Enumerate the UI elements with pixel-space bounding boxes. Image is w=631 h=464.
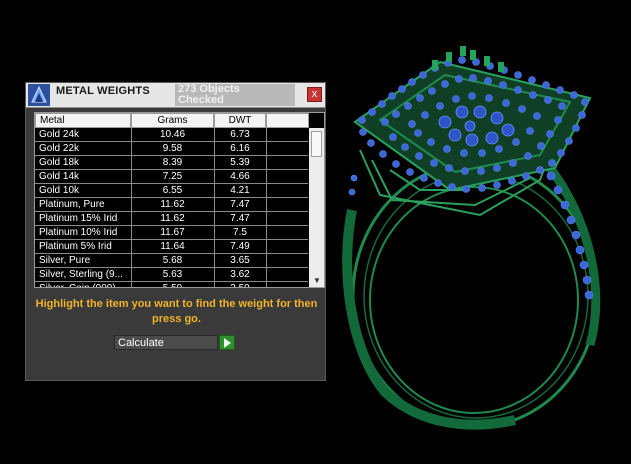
table-row[interactable]: Silver, Sterling (9... 5.63 3.62: [35, 268, 308, 282]
column-header-metal[interactable]: Metal: [35, 113, 131, 128]
cell-grams: 8.39: [162, 157, 183, 168]
cell-grams: 10.46: [159, 129, 186, 140]
cell-metal: Silver, Coin (900): [39, 282, 129, 287]
cell-grams: 7.25: [162, 171, 183, 182]
cell-dwt: 6.73: [230, 129, 250, 140]
go-button[interactable]: [219, 335, 235, 350]
cell-metal: Silver, Sterling (9...: [39, 269, 123, 280]
cell-dwt: 5.39: [230, 157, 250, 168]
app-logo-icon: [28, 84, 50, 106]
table-row[interactable]: Gold 18k 8.39 5.39: [35, 156, 308, 170]
column-header-grams[interactable]: Grams: [131, 113, 214, 128]
table-row[interactable]: Silver, Coin (900)5.593.59: [35, 282, 308, 287]
table-row[interactable]: Silver, Pure 5.68 3.65: [35, 254, 308, 268]
cell-dwt: 4.21: [230, 185, 250, 196]
metal-weights-table: Metal Grams DWT Gold 24k 10.46 6.73 Gold 22…: [34, 112, 325, 288]
panel-title: METAL WEIGHTS: [56, 85, 150, 97]
instruction-text: Highlight the item you want to find the …: [35, 298, 318, 325]
calculate-select[interactable]: Calculate: [114, 335, 218, 350]
cell-metal: Platinum 15% Irid: [39, 213, 118, 224]
objects-checked-status: 273 Objects Checked: [175, 84, 295, 106]
table-row[interactable]: Platinum, Pure 11.62 7.47: [35, 198, 308, 212]
play-arrow-icon: [224, 338, 231, 348]
close-button[interactable]: x: [307, 87, 322, 102]
table-row[interactable]: Platinum 5% Irid 11.64 7.49: [35, 240, 308, 254]
scroll-thumb[interactable]: [311, 131, 322, 157]
cell-grams: 11.62: [160, 213, 185, 224]
table-row[interactable]: Gold 14k 7.25 4.66: [35, 170, 308, 184]
table-row[interactable]: Gold 10k 6.55 4.21: [35, 184, 308, 198]
panel-titlebar[interactable]: METAL WEIGHTS 273 Objects Checked x: [26, 83, 325, 108]
cell-dwt: 3.62: [230, 269, 250, 280]
column-header-dwt[interactable]: DWT: [214, 113, 266, 128]
cell-metal: Gold 18k: [39, 157, 80, 168]
metal-weights-panel: METAL WEIGHTS 273 Objects Checked x Meta…: [25, 82, 326, 381]
cell-metal: Gold 14k: [39, 171, 80, 182]
cell-metal: Platinum, Pure: [39, 199, 105, 210]
column-header-empty: [266, 113, 309, 128]
scroll-down-arrow-icon[interactable]: ▼: [313, 276, 321, 285]
cell-metal: Gold 22k: [39, 143, 80, 154]
cell-grams: 9.58: [162, 143, 183, 154]
cell-dwt: 4.66: [230, 171, 250, 182]
shank-side-stones: [348, 171, 594, 300]
table-row[interactable]: Platinum 10% Irid 11.67 7.5: [35, 226, 308, 240]
table-row[interactable]: Gold 24k 10.46 6.73: [35, 128, 308, 142]
cell-grams: 11.62: [160, 199, 185, 210]
cell-dwt: 3.65: [230, 255, 250, 266]
cell-metal: Platinum 10% Irid: [39, 227, 118, 238]
cell-metal: Gold 10k: [39, 185, 80, 196]
cell-grams: 11.67: [160, 227, 185, 238]
status-line-2: Checked: [178, 94, 224, 106]
cell-grams: 5.63: [162, 269, 183, 280]
cell-dwt: 7.47: [230, 199, 250, 210]
cell-dwt: 6.16: [230, 143, 250, 154]
cell-dwt: 3.59: [214, 282, 266, 287]
cell-dwt: 7.47: [230, 213, 250, 224]
table-scrollbar[interactable]: ▼: [309, 128, 324, 287]
cell-dwt: 7.49: [230, 241, 250, 252]
ring-shank: [342, 161, 601, 430]
cell-dwt: 7.5: [233, 227, 247, 238]
cell-grams: 5.68: [162, 255, 183, 266]
cell-grams: 11.64: [160, 241, 185, 252]
table-row[interactable]: Gold 22k 9.58 6.16: [35, 142, 308, 156]
cell-grams: 5.59: [131, 282, 214, 287]
table-row[interactable]: Platinum 15% Irid 11.62 7.47: [35, 212, 308, 226]
cell-metal: Gold 24k: [39, 129, 80, 140]
cell-metal: Platinum 5% Irid: [39, 241, 112, 252]
cell-grams: 6.55: [162, 185, 183, 196]
cell-metal: Silver, Pure: [39, 255, 91, 266]
